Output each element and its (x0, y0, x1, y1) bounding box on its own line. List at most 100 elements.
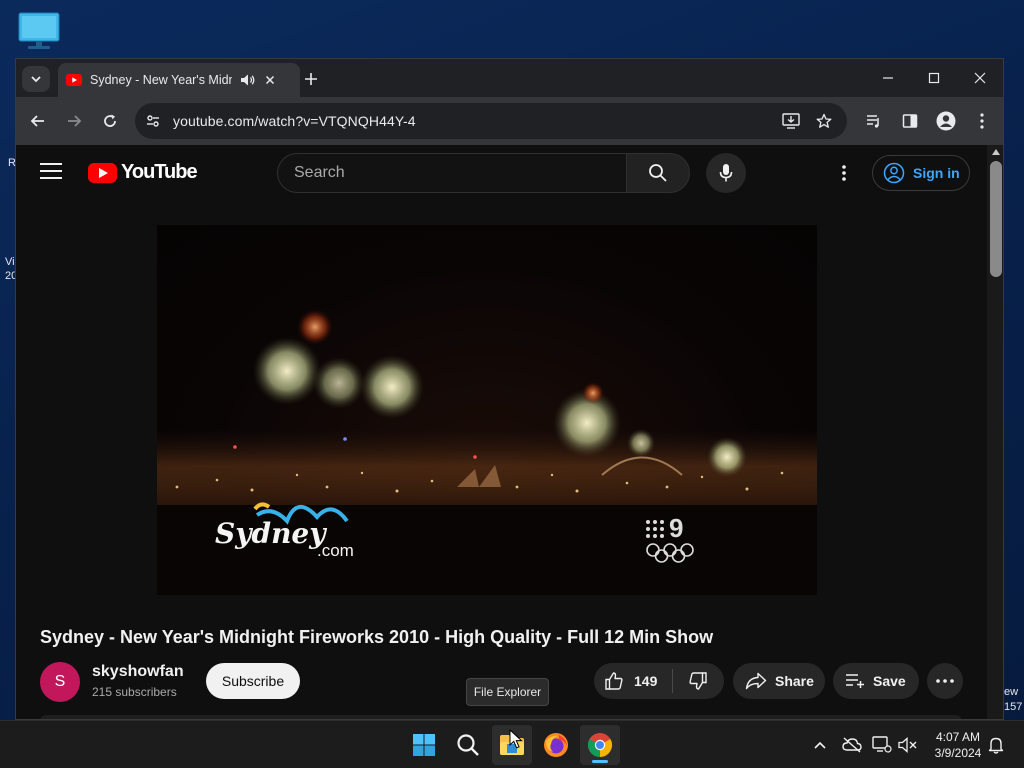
tab-search-button[interactable] (22, 66, 50, 92)
side-panel-button[interactable] (896, 107, 924, 135)
thumbs-up-icon (605, 672, 623, 690)
menu-bar (40, 163, 62, 165)
voice-search-button[interactable] (706, 153, 746, 193)
more-horizontal-icon (936, 679, 954, 683)
forward-button[interactable] (60, 107, 88, 135)
subscribe-button[interactable]: Subscribe (206, 663, 300, 699)
clock-time: 4:07 AM (935, 730, 981, 744)
tab-strip: Sydney - New Year's Midnight Fireworks 2… (16, 59, 1003, 97)
tab-title: Sydney - New Year's Midnight Fireworks 2… (90, 73, 232, 87)
browser-toolbar: youtube.com/watch?v=VTQNQH44Y-4 (16, 97, 1003, 145)
browser-window: Sydney - New Year's Midnight Fireworks 2… (15, 58, 1004, 720)
address-bar[interactable]: youtube.com/watch?v=VTQNQH44Y-4 (135, 103, 847, 139)
bookmark-star-icon[interactable] (816, 113, 832, 129)
video-title: Sydney - New Year's Midnight Fireworks 2… (40, 627, 714, 647)
like-count: 149 (634, 673, 658, 689)
youtube-favicon-icon (66, 74, 82, 86)
video-player[interactable]: Sydney .com 9 (157, 225, 817, 595)
media-controls-button[interactable] (860, 107, 888, 135)
chrome-button[interactable] (580, 725, 620, 765)
network-tray-button[interactable] (872, 735, 892, 755)
site-info-icon[interactable] (145, 113, 161, 129)
maximize-button[interactable] (912, 63, 956, 93)
microphone-icon (719, 164, 733, 182)
account-circle-icon (883, 162, 905, 184)
search-icon (457, 734, 479, 756)
minimize-button[interactable] (866, 63, 910, 93)
playlist-add-icon (846, 674, 864, 688)
taskbar-tooltip: File Explorer (466, 678, 549, 706)
browser-menu-button[interactable] (968, 107, 996, 135)
mouse-cursor-icon (509, 729, 523, 749)
desktop-label-fragment: 157 (1004, 701, 1023, 713)
share-button[interactable]: Share (733, 663, 825, 699)
reload-icon (104, 114, 116, 127)
sydney-logo-wordmark: Sydney (215, 517, 326, 550)
olympic-rings-icon (646, 543, 694, 563)
share-label: Share (775, 673, 814, 689)
save-label: Save (873, 673, 906, 689)
tab-youtube-video[interactable]: Sydney - New Year's Midnight Fireworks 2… (58, 63, 300, 97)
cloud-offline-icon (842, 737, 862, 753)
like-dislike-group: 149 (594, 663, 724, 699)
chevron-down-icon (31, 76, 41, 83)
back-button[interactable] (24, 107, 52, 135)
this-pc-icon[interactable] (18, 12, 60, 50)
onedrive-tray-button[interactable] (842, 735, 862, 755)
notifications-button[interactable] (986, 735, 1006, 755)
save-button[interactable]: Save (833, 663, 919, 699)
minimize-icon (883, 77, 893, 79)
side-panel-icon (902, 114, 918, 128)
volume-tray-button[interactable] (898, 735, 918, 755)
sign-in-button[interactable]: Sign in (872, 155, 970, 191)
profile-icon (936, 111, 956, 131)
more-vertical-icon (980, 113, 984, 129)
speaker-icon[interactable] (240, 73, 256, 87)
url-text[interactable]: youtube.com/watch?v=VTQNQH44Y-4 (173, 113, 416, 129)
firefox-button[interactable] (536, 725, 576, 765)
plus-icon (305, 73, 317, 85)
channel-avatar[interactable]: S (40, 662, 80, 702)
youtube-play-logo-icon (88, 162, 117, 183)
subscriber-count: 215 subscribers (92, 685, 177, 699)
display-network-icon (872, 736, 892, 753)
forward-arrow-icon (68, 115, 82, 127)
like-button[interactable]: 149 (594, 671, 672, 691)
reload-button[interactable] (96, 107, 124, 135)
taskbar-search-button[interactable] (448, 725, 488, 765)
thumbs-down-icon (689, 672, 707, 690)
start-button[interactable] (404, 725, 444, 765)
maximize-icon (928, 72, 940, 84)
desktop-label-fragment: Vi (5, 256, 15, 268)
profile-button[interactable] (932, 107, 960, 135)
youtube-wordmark: YouTube (121, 161, 198, 183)
scroll-up-arrow-icon[interactable] (992, 149, 1000, 155)
sydney-logo-suffix: .com (317, 541, 354, 560)
chevron-up-icon (814, 741, 826, 749)
channel-nine-dots-icon (646, 519, 664, 538)
bell-icon (988, 737, 1004, 754)
install-app-icon[interactable] (782, 113, 800, 129)
close-tab-icon[interactable] (264, 74, 276, 86)
new-tab-button[interactable] (298, 66, 324, 92)
youtube-logo[interactable]: YouTube (88, 161, 198, 184)
guide-menu-button[interactable] (40, 163, 62, 183)
settings-menu-button[interactable] (832, 161, 856, 185)
close-icon (974, 72, 986, 84)
channel-name[interactable]: skyshowfan (92, 663, 184, 681)
sign-in-label: Sign in (913, 165, 960, 181)
system-clock[interactable]: 4:07 AM 3/9/2024 (928, 729, 988, 761)
page-scrollbar[interactable] (987, 145, 1003, 719)
speaker-muted-icon (898, 737, 917, 753)
scrollbar-thumb[interactable] (990, 161, 1002, 277)
start-icon (413, 734, 435, 756)
more-actions-button[interactable] (927, 663, 963, 699)
dislike-button[interactable] (673, 671, 723, 691)
firefox-icon (544, 733, 568, 757)
close-window-button[interactable] (958, 63, 1002, 93)
show-hidden-icons-button[interactable] (810, 735, 830, 755)
search-button[interactable] (626, 153, 690, 193)
search-input[interactable] (277, 153, 627, 193)
channel-nine-logo: 9 (645, 513, 683, 544)
menu-bar (40, 177, 62, 179)
